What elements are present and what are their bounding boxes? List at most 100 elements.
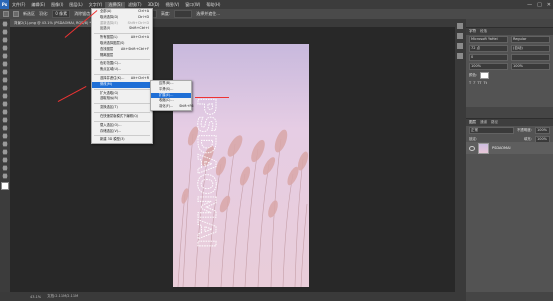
font-family-select[interactable]: Microsoft YaHei (469, 36, 508, 43)
magic-wand-icon[interactable] (2, 45, 8, 51)
modify-submenu: 边界(B)... 平滑(S)... 扩展(E)... 收缩(C)... 羽化(F)...… (150, 80, 193, 111)
menu-item[interactable]: 修改(M) (92, 81, 152, 88)
leading-input[interactable]: (自动) (511, 45, 550, 52)
marquee-tool-icon[interactable] (3, 11, 9, 17)
feather-input[interactable]: 0 像素 (52, 10, 71, 18)
menu-image[interactable]: 图像(I) (48, 2, 66, 8)
color-label: 颜色: (469, 73, 478, 77)
height-label: 高度: (160, 11, 171, 16)
tab-channels[interactable]: 通道 (480, 120, 487, 125)
kerning-input[interactable] (511, 54, 550, 61)
minimize-button[interactable]: — (527, 2, 532, 8)
menu-window[interactable]: 窗口(W) (182, 2, 203, 8)
eyedropper-icon[interactable] (2, 61, 8, 67)
height-input[interactable] (174, 10, 193, 18)
menu-3d[interactable]: 3D(D) (145, 2, 163, 7)
menu-item[interactable]: 新建 3D 模型(3) (92, 137, 152, 143)
menu-item[interactable]: 存储选区(V)... (92, 129, 152, 135)
panel-icon-strip (455, 19, 466, 301)
paragraph-icon[interactable] (457, 53, 463, 59)
pen-tool-icon[interactable] (2, 133, 8, 139)
menu-filter[interactable]: 滤镜(T) (125, 2, 145, 8)
refine-edge-button[interactable]: 选择并遮住... (196, 11, 220, 17)
menu-item[interactable]: 在快速蒙版模式下编辑(Q) (92, 114, 152, 120)
faux-italic-icon[interactable]: T (473, 81, 475, 85)
select-menu-dropdown: 全部(A) Ctrl+A 取消选择(D) Ctrl+D 重新选择(E) Shift+Ctr… (91, 8, 153, 145)
history-brush-icon[interactable] (2, 93, 8, 99)
tab-paragraph[interactable]: 段落 (480, 29, 487, 34)
menu-item[interactable]: 焦点区域(U)... (92, 67, 152, 73)
menu-item-label: 存储选区(V)... (100, 128, 122, 133)
watermark-text: PSDAOMAI (192, 97, 221, 248)
eraser-tool-icon[interactable] (2, 101, 8, 107)
path-select-icon[interactable] (2, 149, 8, 155)
layer-thumbnail (478, 142, 489, 154)
watermark-text-layer[interactable]: PSDAOMAI (190, 95, 230, 255)
marquee-tool-icon[interactable] (2, 29, 8, 35)
options-bar: 新选区 羽化: 0 像素 消除锯齿 样式: 正常 宽度: 高度: 选择并遮住..… (0, 9, 553, 19)
blur-tool-icon[interactable] (2, 117, 8, 123)
character-icon[interactable] (457, 43, 463, 49)
maximize-button[interactable]: □ (537, 2, 542, 8)
faux-bold-icon[interactable]: T (469, 81, 471, 85)
horizontal-scale-input[interactable]: 100% (511, 63, 550, 70)
opacity-input[interactable]: 100% (535, 127, 550, 134)
hand-tool-icon[interactable] (2, 165, 8, 171)
brush-tool-icon[interactable] (2, 77, 8, 83)
vertical-scale-input[interactable]: 100% (469, 63, 508, 70)
history-icon[interactable] (457, 23, 463, 29)
text-color-swatch[interactable] (480, 72, 490, 79)
menu-edit[interactable]: 编辑(E) (28, 2, 48, 8)
feather-label: 羽化: (39, 11, 49, 16)
menu-item[interactable]: 选取相似(R) (92, 96, 152, 102)
blend-mode-select[interactable]: 正常 (469, 127, 514, 134)
menu-view[interactable]: 视图(V) (162, 2, 182, 8)
menu-item-shortcut (143, 129, 149, 135)
menu-separator (94, 111, 150, 113)
color-swatches[interactable] (0, 181, 11, 195)
menu-item[interactable]: 羽化(F)... Shift+F6 (151, 104, 193, 110)
zoom-level[interactable]: 43.1% (30, 295, 41, 299)
tools-panel (0, 19, 11, 301)
type-tool-icon[interactable] (2, 141, 8, 147)
gradient-tool-icon[interactable] (2, 109, 8, 115)
menu-bar: Ps 文件(F) 编辑(E) 图像(I) 图层(L) 文字(Y) 选择(S) 滤… (0, 0, 553, 9)
menu-item-label: 新建 3D 模型(3) (100, 137, 125, 142)
menu-item-shortcut (143, 114, 149, 120)
menu-file[interactable]: 文件(F) (9, 2, 28, 8)
menu-item[interactable]: 隔离图层 (92, 53, 152, 59)
stamp-tool-icon[interactable] (2, 85, 8, 91)
menu-layer[interactable]: 图层(L) (66, 2, 85, 8)
menu-item[interactable]: 变换选区(T) (92, 105, 152, 111)
lasso-tool-icon[interactable] (2, 37, 8, 43)
all-caps-icon[interactable]: TT (477, 81, 481, 85)
close-button[interactable]: ✕ (547, 2, 551, 8)
tab-character[interactable]: 字符 (469, 29, 476, 34)
foreground-color[interactable] (1, 182, 9, 190)
zoom-tool-icon[interactable] (2, 173, 8, 179)
layer-row[interactable]: PSDAOMAI (466, 142, 553, 154)
new-selection-icon[interactable] (13, 11, 19, 17)
menu-help[interactable]: 帮助(H) (203, 2, 223, 8)
tracking-input[interactable]: 0 (469, 54, 508, 61)
tab-layers[interactable]: 图层 (469, 120, 476, 125)
properties-icon[interactable] (457, 33, 463, 39)
menu-item-label: 反选(I) (100, 26, 111, 31)
opacity-label: 不透明度: (516, 128, 532, 132)
layer-name[interactable]: PSDAOMAI (492, 146, 511, 150)
font-style-select[interactable]: Regular (511, 36, 550, 43)
menu-select[interactable]: 选择(S) (105, 1, 125, 8)
tab-paths[interactable]: 路径 (491, 120, 498, 125)
move-tool-icon[interactable] (2, 21, 8, 27)
menu-item-shortcut: Shift+Ctrl+I (129, 26, 149, 31)
shape-tool-icon[interactable] (2, 157, 8, 163)
font-size-input[interactable]: 72 点 (469, 45, 508, 52)
healing-brush-icon[interactable] (2, 69, 8, 75)
menu-item-label: 选取相似(R) (100, 96, 119, 101)
menu-type[interactable]: 文字(Y) (86, 2, 106, 8)
crop-tool-icon[interactable] (2, 53, 8, 59)
small-caps-icon[interactable]: Tt (484, 81, 488, 85)
dodge-tool-icon[interactable] (2, 125, 8, 131)
visibility-eye-icon[interactable] (469, 145, 475, 151)
menu-item[interactable]: 反选(I) Shift+Ctrl+I (92, 26, 152, 32)
